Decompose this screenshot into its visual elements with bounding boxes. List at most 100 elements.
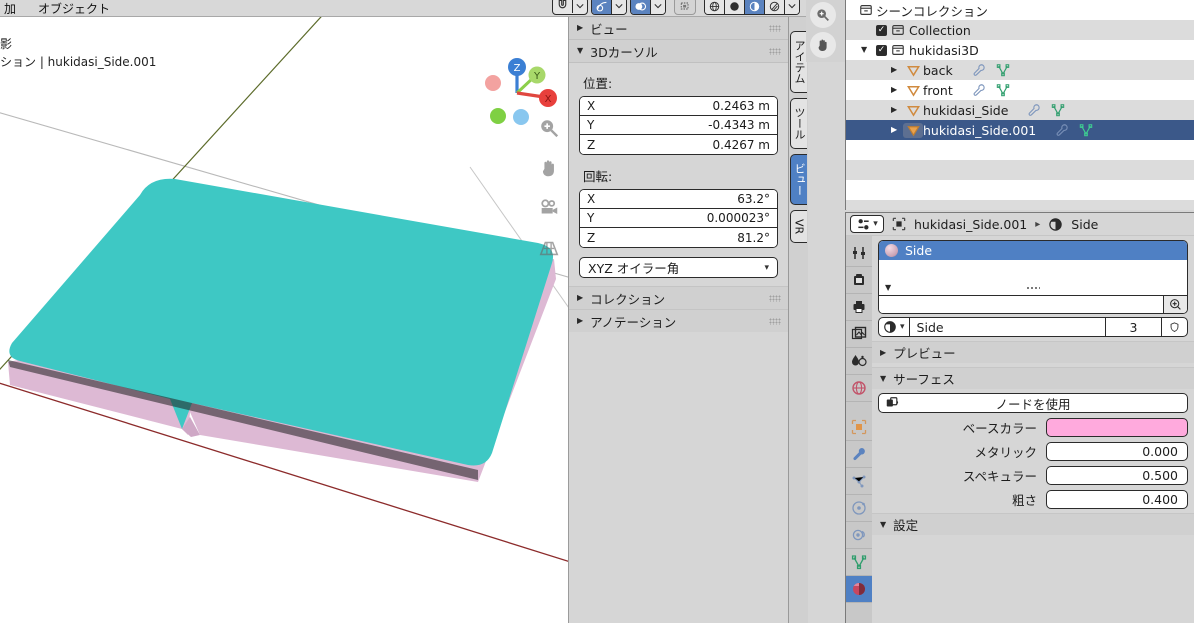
material-users-count[interactable]: 3 <box>1105 318 1161 336</box>
sidebar-tab-vr[interactable]: VR <box>790 210 807 244</box>
tab-constraints[interactable] <box>846 522 872 549</box>
solid-shading-icon[interactable] <box>724 0 744 14</box>
cursor-location-x[interactable]: X 0.2463 m <box>580 97 777 116</box>
modifier-wrench-icon[interactable] <box>1020 103 1048 117</box>
prop-base-color[interactable]: ベースカラー <box>878 418 1188 437</box>
visibility-checkbox[interactable]: ✓ <box>876 44 887 56</box>
prop-specular[interactable]: スペキュラー 0.500 <box>878 466 1188 485</box>
base-color-swatch[interactable] <box>1046 418 1188 437</box>
outliner-row-hukidasi-side[interactable]: ▶ hukidasi_Side <box>846 100 1194 120</box>
tab-object-data[interactable] <box>846 549 872 576</box>
metallic-field[interactable]: 0.000 <box>1046 442 1188 461</box>
pan-hand-icon[interactable] <box>538 157 560 179</box>
section-settings[interactable]: ▼ 設定 <box>872 513 1194 535</box>
overlays-button[interactable] <box>630 0 666 15</box>
chevron-down-icon[interactable]: ▼ <box>885 284 891 292</box>
visibility-checkbox[interactable]: ✓ <box>876 24 887 36</box>
disclosure-right-icon[interactable]: ▶ <box>891 106 903 114</box>
modifier-wrench-icon[interactable] <box>965 63 993 77</box>
tab-material[interactable] <box>846 576 872 603</box>
tab-modifier[interactable] <box>846 441 872 468</box>
breadcrumb-material[interactable]: Side <box>1071 217 1098 232</box>
sidebar-panel-annotation[interactable]: ▶ アノテーション <box>569 309 788 332</box>
resize-grip[interactable] <box>1026 286 1040 291</box>
sidebar-panel-3dcursor[interactable]: ▼ 3Dカーソル <box>569 40 788 63</box>
tab-render[interactable] <box>846 267 872 294</box>
tab-physics[interactable] <box>846 495 872 522</box>
add-material-slot-button[interactable] <box>1163 296 1187 313</box>
chevron-down-icon[interactable] <box>611 0 626 14</box>
sidebar-tab-item[interactable]: アイテム <box>790 31 807 93</box>
pan-hand-icon[interactable] <box>810 32 836 58</box>
wireframe-shading-icon[interactable] <box>705 0 724 14</box>
outliner-row-front[interactable]: ▶ front <box>846 80 1194 100</box>
properties-editor[interactable]: ▾ hukidasi_Side.001 ▸ Side Side ▼ ▾ Side… <box>845 212 1194 623</box>
sidebar-tab-view[interactable]: ビュー <box>790 154 807 205</box>
outliner-row-scene-collection[interactable]: シーンコレクション <box>846 0 1194 20</box>
tab-world[interactable] <box>846 375 872 402</box>
editor-type-selector[interactable]: ▾ <box>850 215 884 233</box>
xray-toggle-button[interactable] <box>674 0 696 15</box>
rendered-shading-icon[interactable] <box>764 0 784 14</box>
material-name-bar[interactable]: ▾ Side 3 <box>878 317 1188 337</box>
tab-tool[interactable] <box>846 240 872 267</box>
outliner-row-hukidasi3d[interactable]: ▼ ✓ hukidasi3D <box>846 40 1194 60</box>
disclosure-down-icon[interactable]: ▼ <box>861 46 876 54</box>
shading-mode-group[interactable] <box>704 0 800 15</box>
tab-view-layer[interactable] <box>846 321 872 348</box>
tab-output[interactable] <box>846 294 872 321</box>
use-nodes-button[interactable]: ノードを使用 <box>878 393 1188 413</box>
specular-slider[interactable]: 0.500 <box>1046 466 1188 485</box>
sidebar-panel-view[interactable]: ▶ ビュー <box>569 17 788 40</box>
outliner-row-back[interactable]: ▶ back <box>846 60 1194 80</box>
cursor-rotation-x[interactable]: X 63.2° <box>580 190 777 209</box>
viewport-nav-icons[interactable] <box>538 117 560 259</box>
fake-user-button[interactable] <box>1161 318 1187 336</box>
viewport-3d[interactable]: 加 オブジェクト 影 ション | hukidasi_Side.001 Z Y X… <box>0 0 808 623</box>
roughness-slider[interactable]: 0.400 <box>1046 490 1188 509</box>
speech-bubble-object[interactable] <box>0 167 600 517</box>
floating-nav-widget[interactable] <box>806 0 846 62</box>
zoom-icon[interactable] <box>810 2 836 28</box>
grid-perspective-icon[interactable] <box>538 237 560 259</box>
outliner-row-collection[interactable]: ✓ Collection <box>846 20 1194 40</box>
prop-metallic[interactable]: メタリック 0.000 <box>878 442 1188 461</box>
breadcrumb-object[interactable]: hukidasi_Side.001 <box>914 217 1027 232</box>
tab-particles[interactable] <box>846 468 872 495</box>
proportional-edit-button[interactable] <box>591 0 627 15</box>
material-browse-dropdown[interactable]: ▾ <box>879 318 909 336</box>
mesh-data-icon[interactable] <box>1048 103 1068 117</box>
properties-tab-strip[interactable] <box>846 236 872 623</box>
material-slot-row[interactable]: Side <box>879 241 1187 260</box>
material-search-field[interactable] <box>879 296 1163 313</box>
outliner-row-hukidasi-side-001[interactable]: ▶ hukidasi_Side.001 <box>846 120 1194 140</box>
modifier-wrench-icon[interactable] <box>965 83 993 97</box>
viewport-menu-0[interactable]: 加 <box>0 0 20 17</box>
tab-object[interactable] <box>846 414 872 441</box>
sidebar-tab-tool[interactable]: ツール <box>790 98 807 149</box>
modifier-wrench-icon[interactable] <box>1048 123 1076 137</box>
disclosure-right-icon[interactable]: ▶ <box>891 126 903 134</box>
mesh-data-icon[interactable] <box>993 83 1013 97</box>
disclosure-right-icon[interactable]: ▶ <box>891 86 903 94</box>
chevron-down-icon[interactable] <box>650 0 665 14</box>
chevron-down-icon[interactable] <box>572 0 587 13</box>
sidebar-tabs[interactable]: アイテム ツール ビュー VR <box>788 17 808 623</box>
material-slot-list[interactable]: Side ▼ <box>878 240 1188 314</box>
camera-icon[interactable] <box>538 197 560 219</box>
mesh-data-icon[interactable] <box>1076 123 1096 137</box>
chevron-down-icon[interactable] <box>784 0 799 14</box>
disclosure-right-icon[interactable]: ▶ <box>891 66 903 74</box>
snap-magnet-button[interactable] <box>552 0 588 15</box>
viewport-sidebar[interactable]: ▶ ビュー ▼ 3Dカーソル 位置: X 0.2463 m Y -0.4343 … <box>568 17 788 623</box>
prop-roughness[interactable]: 粗さ 0.400 <box>878 490 1188 509</box>
sidebar-panel-collection[interactable]: ▶ コレクション <box>569 286 788 309</box>
outliner-editor[interactable]: シーンコレクション ✓ Collection ▼ ✓ hukidasi3D ▶ <box>845 0 1194 210</box>
viewport-menu-1[interactable]: オブジェクト <box>34 0 114 17</box>
material-name-field[interactable]: Side <box>908 318 1105 336</box>
cursor-location-y[interactable]: Y -0.4343 m <box>580 116 777 135</box>
rotation-mode-dropdown[interactable]: XYZ オイラー角 ▾ <box>579 257 778 278</box>
cursor-rotation-z[interactable]: Z 81.2° <box>580 228 777 247</box>
tab-scene[interactable] <box>846 348 872 375</box>
material-preview-shading-icon[interactable] <box>744 0 764 14</box>
